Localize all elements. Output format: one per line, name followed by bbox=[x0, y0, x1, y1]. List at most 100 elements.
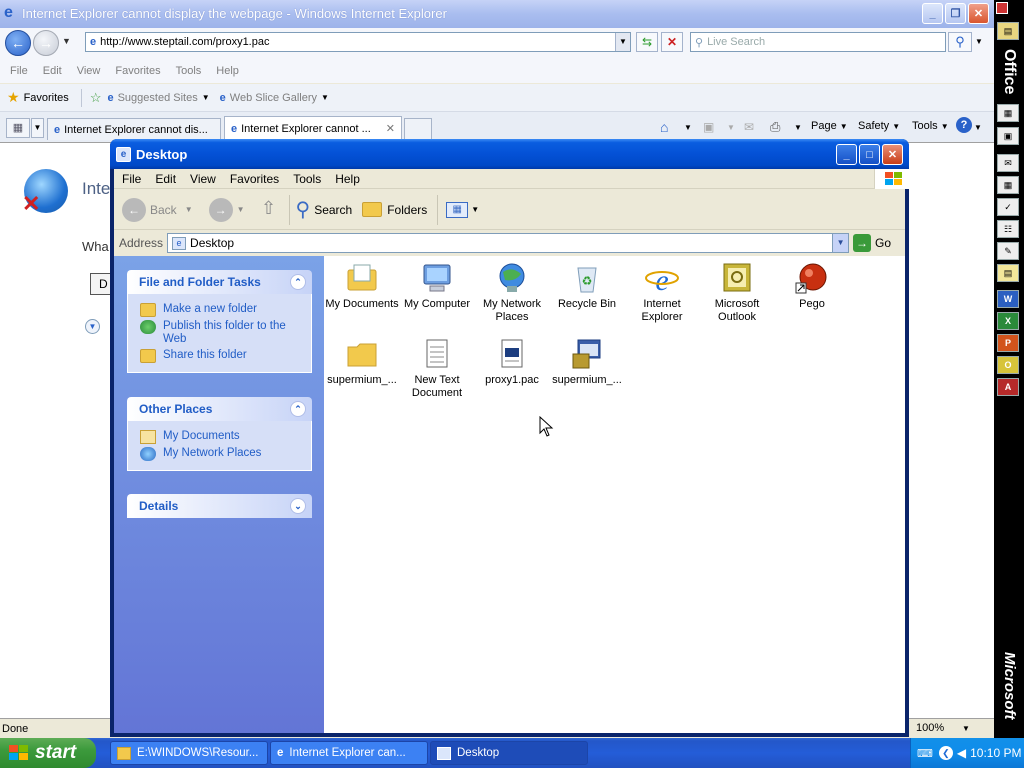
tools-menu[interactable]: Tools ▼ bbox=[912, 120, 949, 132]
share-folder-link[interactable]: Share this folder bbox=[140, 349, 301, 363]
ie-close-button[interactable]: ✕ bbox=[968, 3, 989, 24]
desktop-item-internet-explorer[interactable]: e Internet Explorer bbox=[624, 262, 700, 324]
desktop-item-supermium-installer[interactable]: supermium_... bbox=[549, 338, 625, 387]
new-task-icon[interactable]: ✓ bbox=[997, 198, 1019, 216]
desktop-item-microsoft-outlook[interactable]: Microsoft Outlook bbox=[699, 262, 775, 324]
home-icon[interactable]: ⌂ bbox=[660, 119, 668, 135]
stop-icon[interactable]: ✕ bbox=[661, 32, 683, 52]
tab-close-icon[interactable]: ✕ bbox=[386, 122, 395, 135]
tab-list-dropdown-icon[interactable]: ▼ bbox=[31, 118, 44, 138]
forward-arrow-icon[interactable]: → bbox=[208, 197, 233, 222]
forward-dropdown-icon[interactable]: ▼ bbox=[237, 205, 245, 214]
ie-maximize-button[interactable]: ❐ bbox=[945, 3, 966, 24]
ie-menu-edit[interactable]: Edit bbox=[43, 65, 62, 77]
back-dropdown-icon[interactable]: ▼ bbox=[185, 205, 193, 214]
new-tab-button[interactable] bbox=[404, 118, 432, 140]
expand-chevron-icon[interactable]: ⌄ bbox=[290, 498, 306, 514]
ie-minimize-button[interactable]: _ bbox=[922, 3, 943, 24]
office-bar-logo-icon[interactable] bbox=[996, 2, 1008, 14]
publish-folder-link[interactable]: Publish this folder to the Web bbox=[140, 320, 301, 346]
ie-address-bar[interactable]: e http://www.steptail.com/proxy1.pac bbox=[85, 32, 631, 52]
views-button[interactable]: ▦ ▼ bbox=[446, 201, 479, 218]
quick-tabs-icon[interactable]: ▦ bbox=[6, 118, 30, 138]
explorer-menu-view[interactable]: View bbox=[190, 172, 216, 186]
keyboard-tray-icon[interactable]: ⌨ bbox=[917, 747, 933, 760]
collapse-chevron-icon[interactable]: ⌃ bbox=[290, 274, 306, 290]
back-arrow-icon[interactable]: ← bbox=[5, 30, 31, 56]
new-note-icon[interactable]: ▤ bbox=[997, 264, 1019, 282]
excel-icon[interactable]: X bbox=[997, 312, 1019, 330]
more-info-expand-icon[interactable]: ▼ bbox=[85, 319, 100, 334]
help-dropdown-icon[interactable]: ▼ bbox=[974, 123, 982, 132]
ie-menu-favorites[interactable]: Favorites bbox=[115, 65, 160, 77]
taskbar-item-desktop[interactable]: Desktop bbox=[430, 741, 588, 765]
feeds-dropdown-icon[interactable]: ▼ bbox=[727, 123, 735, 132]
desktop-item-my-documents[interactable]: My Documents bbox=[324, 262, 400, 311]
tab-ie-error-1[interactable]: e Internet Explorer cannot dis... bbox=[47, 118, 221, 140]
print-icon[interactable]: ⎙ bbox=[770, 119, 780, 135]
taskbar-item-internet-explorer[interactable]: e Internet Explorer can... bbox=[270, 741, 428, 765]
explorer-menu-edit[interactable]: Edit bbox=[155, 172, 176, 186]
web-slice-dropdown-icon[interactable]: ▼ bbox=[321, 93, 329, 102]
back-button[interactable]: ← Back ▼ bbox=[122, 197, 193, 222]
folders-button[interactable]: Folders bbox=[362, 202, 427, 217]
up-folder-icon[interactable]: ⇧ bbox=[257, 198, 281, 222]
desktop-item-my-network-places[interactable]: My Network Places bbox=[474, 262, 550, 324]
page-menu[interactable]: Page ▼ bbox=[811, 120, 848, 132]
desktop-item-proxy1-pac[interactable]: proxy1.pac bbox=[474, 338, 550, 387]
ie-menu-file[interactable]: File bbox=[10, 65, 28, 77]
go-button[interactable]: → Go bbox=[853, 234, 891, 252]
read-mail-icon[interactable]: ✉ bbox=[744, 120, 754, 134]
open-office-document-icon[interactable]: ▣ bbox=[997, 127, 1019, 145]
explorer-address-field[interactable]: e Desktop ▼ bbox=[167, 233, 850, 253]
new-contact-icon[interactable]: ☷ bbox=[997, 220, 1019, 238]
powerpoint-icon[interactable]: P bbox=[997, 334, 1019, 352]
feeds-icon[interactable]: ▣ bbox=[703, 120, 714, 134]
volume-tray-icon[interactable]: ◀ bbox=[957, 746, 966, 760]
clock[interactable]: 10:10 PM bbox=[970, 746, 1021, 760]
start-button[interactable]: start bbox=[0, 738, 96, 768]
open-folder-icon[interactable]: ▤ bbox=[997, 22, 1019, 40]
favorites-button[interactable]: Favorites bbox=[24, 92, 69, 104]
access-icon[interactable]: A bbox=[997, 378, 1019, 396]
explorer-menu-file[interactable]: File bbox=[122, 172, 141, 186]
explorer-menu-help[interactable]: Help bbox=[335, 172, 360, 186]
print-dropdown-icon[interactable]: ▼ bbox=[794, 123, 802, 132]
explorer-title-bar[interactable]: e Desktop _ □ ✕ bbox=[110, 139, 909, 169]
tab-ie-error-2[interactable]: e Internet Explorer cannot ... ✕ bbox=[224, 116, 402, 140]
my-documents-link[interactable]: My Documents bbox=[140, 430, 301, 444]
address-dropdown-icon[interactable]: ▼ bbox=[615, 33, 630, 51]
word-icon[interactable]: W bbox=[997, 290, 1019, 308]
suggested-sites-link[interactable]: Suggested Sites bbox=[118, 92, 198, 104]
new-message-icon[interactable]: ✉ bbox=[997, 154, 1019, 172]
web-slice-gallery-link[interactable]: Web Slice Gallery bbox=[230, 92, 317, 104]
diagnose-button[interactable]: D bbox=[90, 273, 112, 295]
desktop-item-recycle-bin[interactable]: ♻ Recycle Bin bbox=[549, 262, 625, 311]
search-go-icon[interactable]: ⚲ bbox=[948, 32, 972, 52]
history-dropdown-icon[interactable]: ▼ bbox=[62, 36, 71, 46]
explorer-close-button[interactable]: ✕ bbox=[882, 144, 903, 165]
search-button[interactable]: ⚲ Search bbox=[296, 197, 353, 222]
explorer-address-dropdown-icon[interactable]: ▼ bbox=[832, 234, 849, 252]
my-network-places-link[interactable]: My Network Places bbox=[140, 447, 301, 461]
new-office-document-icon[interactable]: ▦ bbox=[997, 104, 1019, 122]
desktop-item-supermium-folder[interactable]: supermium_... bbox=[324, 338, 400, 387]
desktop-item-new-text-document[interactable]: New Text Document bbox=[399, 338, 475, 400]
ie-menu-tools[interactable]: Tools bbox=[176, 65, 202, 77]
show-hidden-icons-icon[interactable]: ❮ bbox=[938, 746, 953, 760]
refresh-icon[interactable]: ⇆ bbox=[636, 32, 658, 52]
help-icon[interactable]: ? bbox=[956, 117, 972, 133]
ie-menu-view[interactable]: View bbox=[77, 65, 101, 77]
zoom-dropdown-icon[interactable]: ▼ bbox=[962, 724, 970, 733]
suggested-sites-dropdown-icon[interactable]: ▼ bbox=[202, 93, 210, 102]
explorer-minimize-button[interactable]: _ bbox=[836, 144, 857, 165]
add-favorites-icon[interactable]: ☆ bbox=[90, 90, 102, 106]
zoom-level[interactable]: 100% bbox=[916, 722, 944, 734]
desktop-item-pego[interactable]: Pego bbox=[774, 262, 850, 311]
other-places-header[interactable]: Other Places ⌃ bbox=[127, 397, 312, 421]
ie-menu-help[interactable]: Help bbox=[216, 65, 239, 77]
details-header[interactable]: Details ⌄ bbox=[127, 494, 312, 518]
new-journal-icon[interactable]: ✎ bbox=[997, 242, 1019, 260]
live-search-input[interactable]: ⚲ Live Search bbox=[690, 32, 946, 52]
outlook-shortcut-icon[interactable]: O bbox=[997, 356, 1019, 374]
